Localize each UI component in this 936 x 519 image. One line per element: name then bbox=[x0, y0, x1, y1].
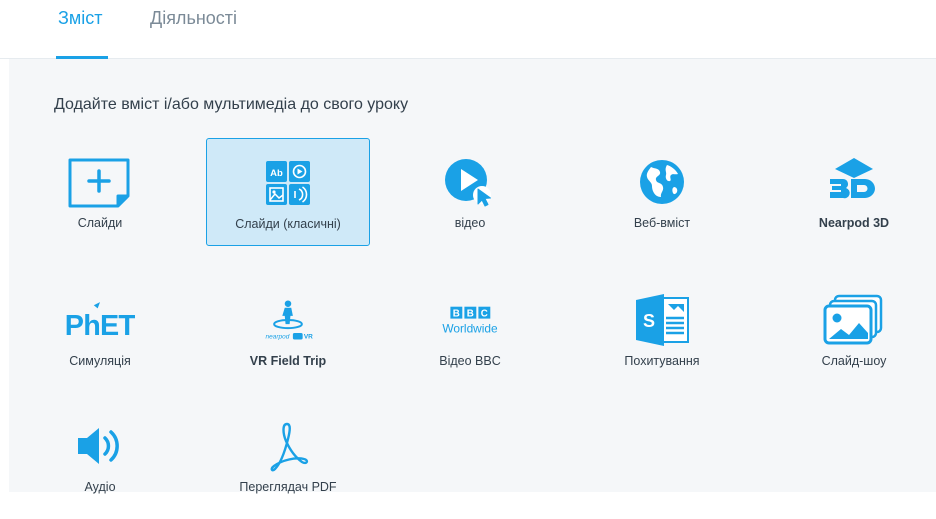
vr-field-trip-icon: nearpod VR bbox=[253, 292, 323, 348]
svg-text:B: B bbox=[453, 309, 460, 320]
tab-activities[interactable]: Діяльності bbox=[150, 8, 237, 29]
svg-text:Worldwide: Worldwide bbox=[442, 322, 498, 336]
tile-label: Слайди (класичні) bbox=[235, 217, 341, 231]
section-heading: Додайте вміст і/або мультимедіа до свого… bbox=[54, 96, 409, 113]
add-slide-icon bbox=[65, 154, 135, 210]
tile-label: Nearpod 3D bbox=[818, 216, 890, 230]
tile-label: відео bbox=[454, 216, 486, 230]
video-play-icon bbox=[435, 154, 505, 210]
tile-label: VR Field Trip bbox=[249, 354, 327, 368]
tile-web-content[interactable]: Веб-вміст bbox=[580, 138, 744, 246]
svg-text:PhET: PhET bbox=[65, 310, 135, 342]
tile-slides[interactable]: Слайди bbox=[18, 138, 182, 246]
svg-text:S: S bbox=[643, 311, 655, 331]
tile-label: Слайд-шоу bbox=[821, 354, 887, 368]
phet-logo-icon: PhET bbox=[65, 292, 135, 348]
bbc-worldwide-logo-icon: B B C Worldwide bbox=[435, 292, 505, 348]
classic-slides-icon: Ab bbox=[253, 155, 323, 211]
tile-classic-slides[interactable]: Ab Слайди (класичні) bbox=[206, 138, 370, 246]
globe-icon bbox=[627, 154, 697, 210]
tile-label: Веб-вміст bbox=[633, 216, 691, 230]
tile-audio[interactable]: Аудіо bbox=[18, 402, 182, 510]
3d-icon bbox=[819, 154, 889, 210]
tile-pdf-viewer[interactable]: Переглядач PDF bbox=[206, 402, 370, 510]
slideshow-icon bbox=[819, 292, 889, 348]
tile-vr-field-trip[interactable]: nearpod VR VR Field Trip bbox=[206, 276, 370, 384]
tile-video[interactable]: відео bbox=[388, 138, 552, 246]
tab-content[interactable]: Зміст bbox=[58, 8, 103, 29]
tile-slideshow[interactable]: Слайд-шоу bbox=[772, 276, 936, 384]
tab-bar: Зміст Діяльності bbox=[0, 0, 936, 59]
svg-text:nearpod: nearpod bbox=[265, 334, 289, 341]
tile-bbc-video[interactable]: B B C Worldwide Відео BBC bbox=[388, 276, 552, 384]
tile-label: Переглядач PDF bbox=[239, 480, 337, 494]
tile-sharepoint[interactable]: S Похитування bbox=[580, 276, 744, 384]
svg-text:Ab: Ab bbox=[270, 168, 283, 179]
tile-label: Аудіо bbox=[84, 480, 116, 494]
svg-text:VR: VR bbox=[304, 334, 313, 341]
sharepoint-icon: S bbox=[627, 292, 697, 348]
tile-label: Слайди bbox=[77, 216, 123, 230]
tile-simulation[interactable]: PhET Симуляція bbox=[18, 276, 182, 384]
svg-text:C: C bbox=[481, 309, 488, 320]
speaker-icon bbox=[65, 418, 135, 474]
tile-label: Відео BBC bbox=[439, 354, 501, 368]
tile-nearpod-3d[interactable]: Nearpod 3D bbox=[772, 138, 936, 246]
tile-label: Симуляція bbox=[69, 354, 131, 368]
svg-text:B: B bbox=[467, 309, 474, 320]
tile-label: Похитування bbox=[624, 354, 700, 368]
pdf-icon bbox=[253, 418, 323, 474]
